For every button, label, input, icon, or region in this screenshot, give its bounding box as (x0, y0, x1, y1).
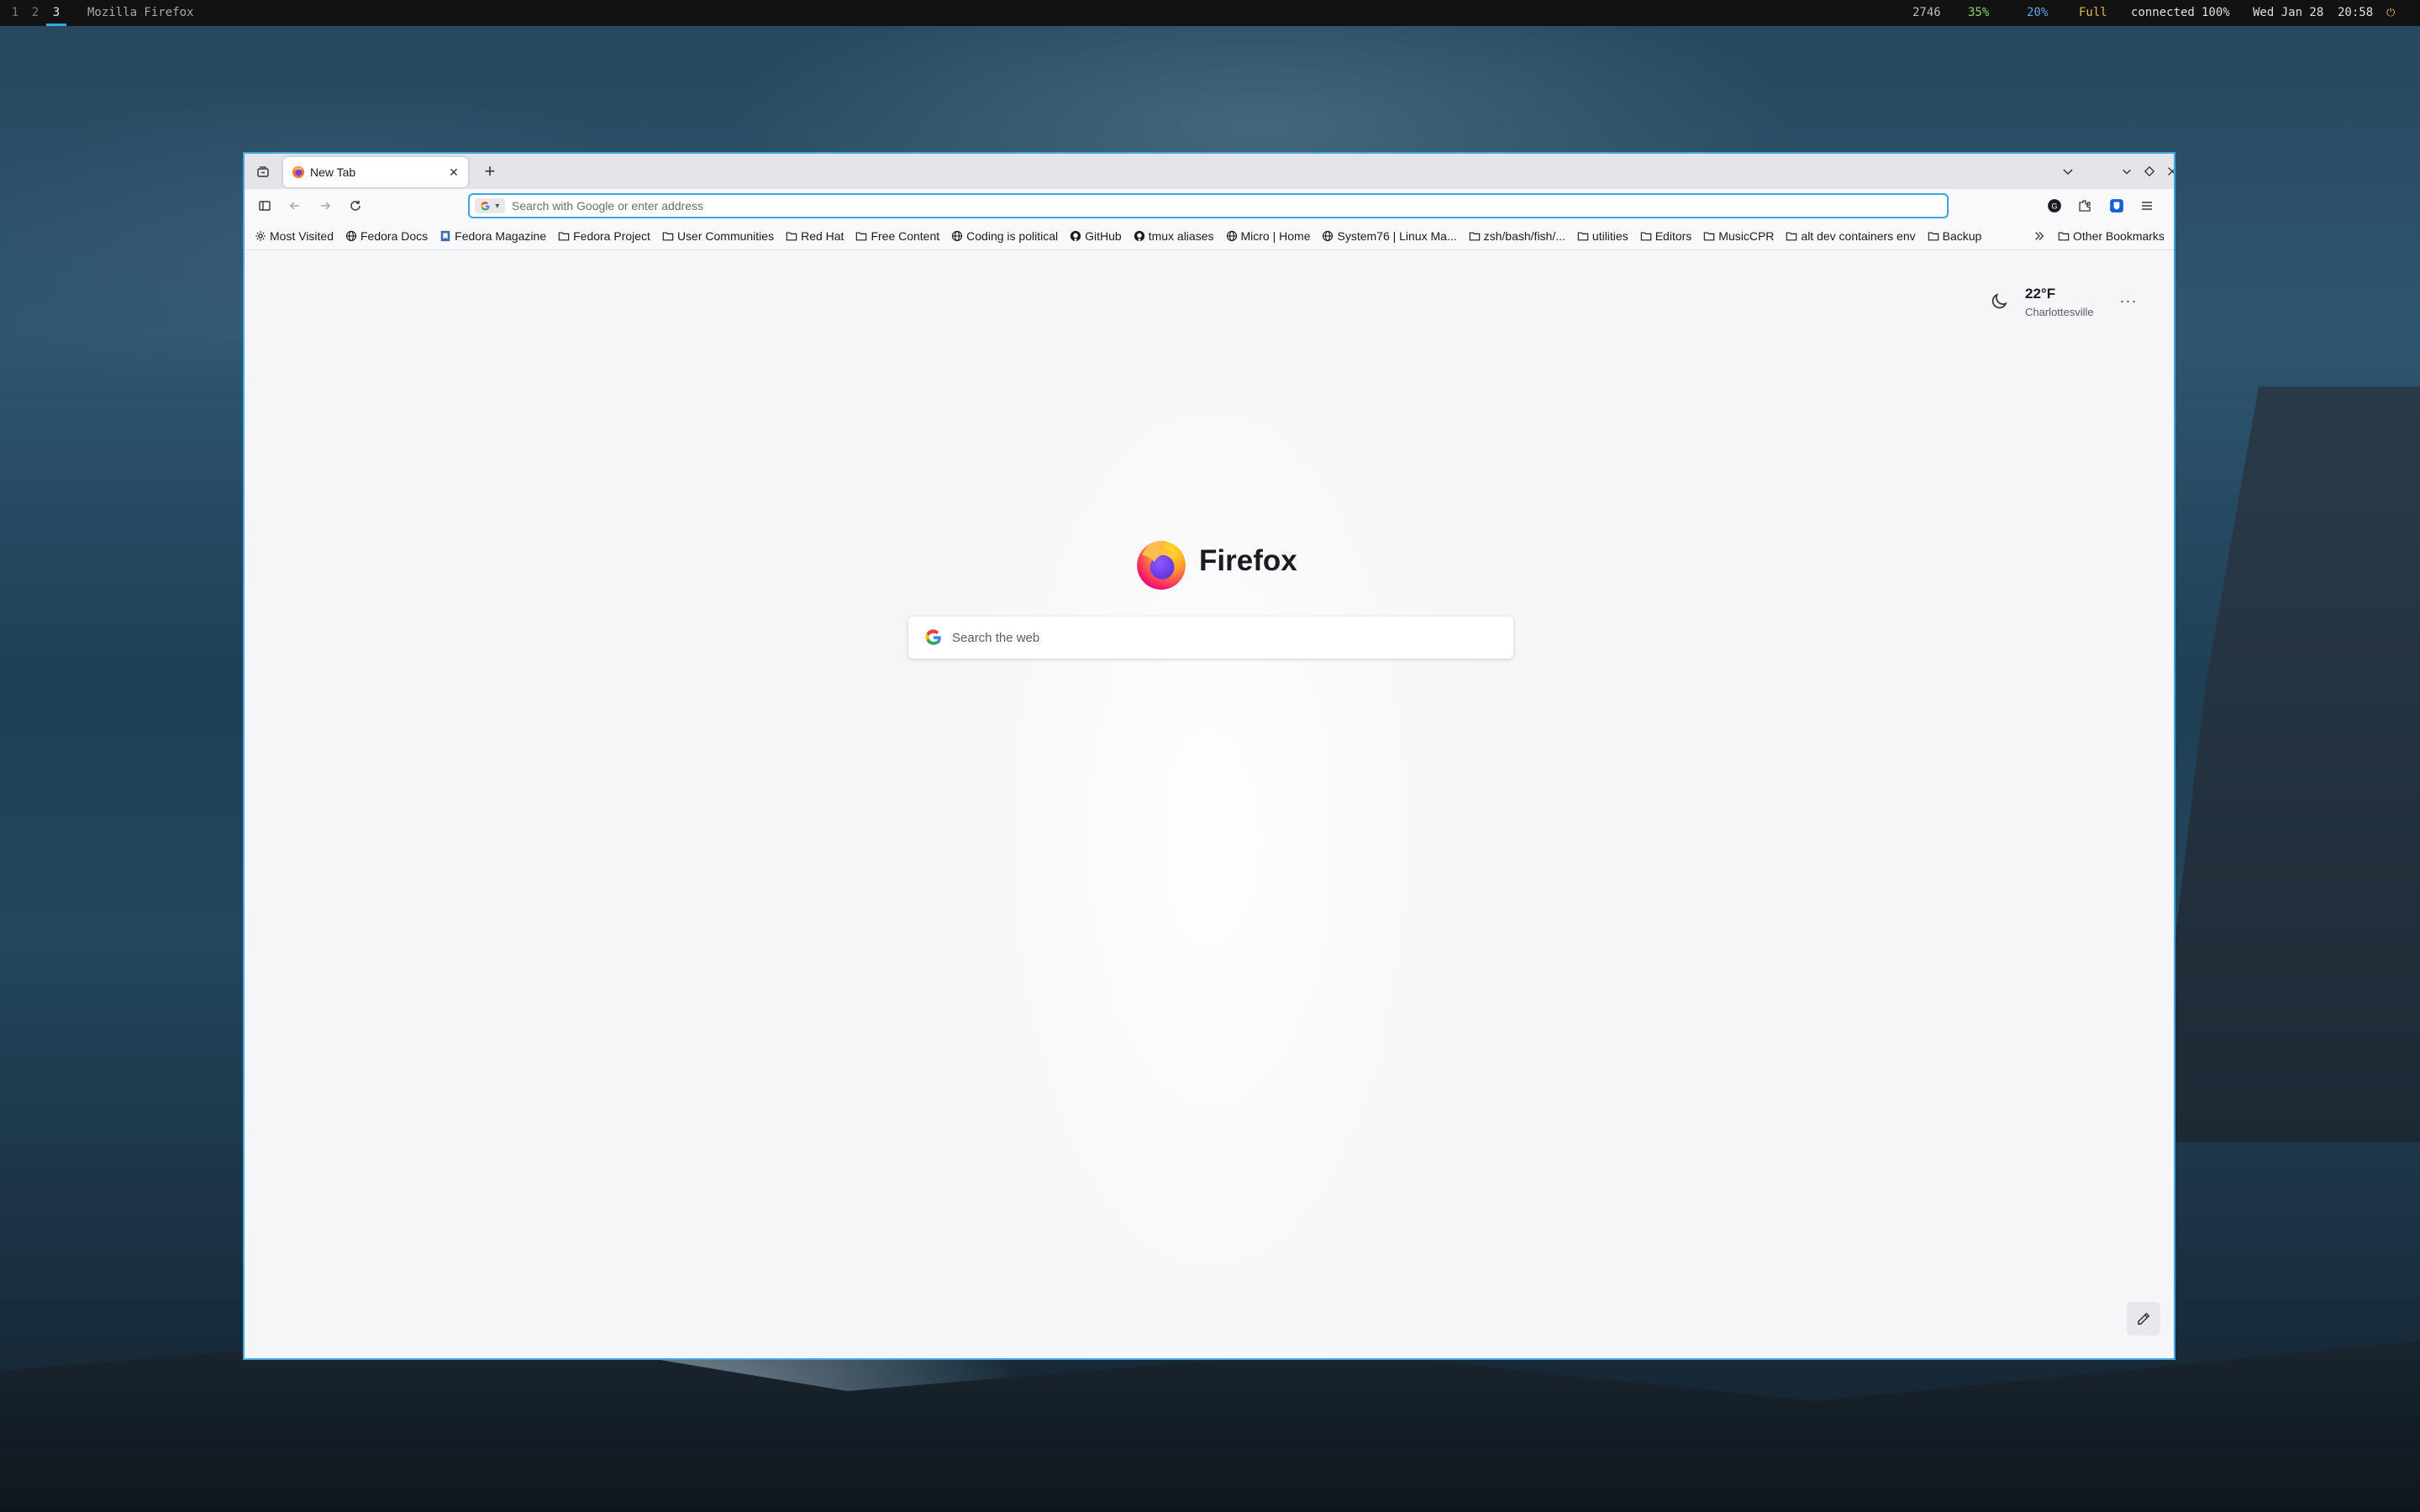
firefox-icon (292, 166, 304, 178)
folder-icon (1786, 232, 1797, 241)
hamburger-menu-icon[interactable] (2135, 194, 2159, 218)
customize-button[interactable] (2127, 1302, 2160, 1336)
chevron-down-icon[interactable] (2056, 160, 2080, 183)
chevron-down-icon: ▾ (495, 201, 500, 211)
workspace-2[interactable]: 2 (25, 0, 45, 26)
address-bar[interactable]: ▾ (468, 193, 1949, 218)
bookmark-user-communities[interactable]: User Communities (662, 229, 774, 243)
new-tab-page: 22°F Charlottesville ··· Firefox (245, 250, 2174, 1358)
bookmark-alt-dev-containers[interactable]: alt dev containers env (1786, 229, 1916, 243)
bookmark-free-content[interactable]: Free Content (855, 229, 939, 243)
globe-icon (952, 230, 963, 242)
minimize-icon[interactable] (2115, 160, 2139, 183)
extensions-icon[interactable] (2073, 194, 2096, 218)
memory-usage: 20% (2027, 6, 2049, 19)
forward-icon[interactable] (313, 194, 337, 218)
github-icon (1070, 230, 1081, 242)
account-icon[interactable]: G (2043, 194, 2066, 218)
battery-status: Full (2079, 6, 2107, 19)
clock: 20:58 (2338, 6, 2374, 19)
bookmark-most-visited[interactable]: Most Visited (255, 229, 334, 243)
back-icon[interactable] (283, 194, 307, 218)
weather-temperature: 22°F (2025, 286, 2056, 302)
maximize-icon[interactable] (2138, 160, 2161, 183)
workspace-3[interactable]: 3 (46, 0, 66, 26)
bookmark-red-hat[interactable]: Red Hat (786, 229, 844, 243)
bookmark-utilities[interactable]: utilities (1577, 229, 1628, 243)
folder-icon (2058, 232, 2070, 241)
folder-icon (1928, 232, 1939, 241)
network-status: connected (2131, 6, 2195, 19)
svg-text:G: G (2051, 202, 2057, 210)
search-input[interactable] (952, 617, 1498, 659)
cpu-usage: 35% (1968, 6, 1990, 19)
navigation-toolbar: ▾ G (245, 189, 2174, 223)
reload-icon[interactable] (344, 194, 367, 218)
firefox-logo-icon (1137, 540, 1186, 590)
google-icon (481, 201, 489, 210)
bitwarden-icon[interactable] (2105, 194, 2128, 218)
status-bar: 1 2 3 Mozilla Firefox 2746 35% 20% Full … (0, 0, 2420, 26)
tab-bar: New Tab ✕ + (245, 154, 2174, 189)
volume-level: 100% (2202, 6, 2230, 19)
date: Wed Jan 28 (2253, 6, 2324, 19)
power-icon[interactable]: ⏻ (2386, 0, 2395, 26)
focused-window-title: Mozilla Firefox (87, 6, 194, 19)
tab-title: New Tab (310, 165, 356, 179)
folder-icon (662, 232, 674, 241)
bookmark-fedora-project[interactable]: Fedora Project (558, 229, 650, 243)
folder-icon (786, 232, 797, 241)
url-input[interactable] (512, 195, 1932, 217)
bookmark-musiccpr[interactable]: MusicCPR (1703, 229, 1774, 243)
new-tab-button[interactable]: + (478, 160, 502, 183)
other-bookmarks[interactable]: Other Bookmarks (2058, 223, 2165, 249)
bookmark-tmux-aliases[interactable]: tmux aliases (1134, 229, 1214, 243)
more-options-icon[interactable]: ··· (2117, 291, 2140, 311)
folder-icon (558, 232, 570, 241)
folder-icon (1640, 232, 1651, 241)
close-icon[interactable]: ✕ (446, 165, 461, 180)
pencil-icon (2138, 1312, 2150, 1325)
folder-icon (856, 232, 867, 241)
updates-count: 2746 (1912, 6, 1941, 19)
gear-icon (255, 231, 266, 241)
sidebar-toggle-icon[interactable] (253, 194, 276, 218)
bookmark-coding-is-political[interactable]: Coding is political (951, 229, 1058, 243)
bookmark-github[interactable]: GitHub (1070, 229, 1122, 243)
weather-location: Charlottesville (2025, 306, 2094, 318)
bookmark-icon (440, 230, 450, 242)
workspace-1[interactable]: 1 (5, 0, 25, 26)
bookmark-fedora-docs[interactable]: Fedora Docs (345, 229, 428, 243)
bookmark-micro-home[interactable]: Micro | Home (1226, 229, 1310, 243)
search-engine-button[interactable]: ▾ (475, 198, 505, 213)
bookmark-zsh-bash-fish[interactable]: zsh/bash/fish/... (1469, 229, 1565, 243)
firefox-window: New Tab ✕ + ▾ Search with Google or ente… (243, 152, 2175, 1360)
github-icon (1134, 230, 1144, 242)
folder-icon (1577, 232, 1589, 241)
tab-new-tab[interactable]: New Tab ✕ (283, 157, 468, 187)
globe-icon (345, 230, 357, 242)
double-chevron-right-icon[interactable] (2031, 228, 2048, 244)
moon-icon (1991, 293, 2007, 309)
bookmarks-list: Most Visited Fedora Docs Fedora Magazine… (255, 223, 1981, 249)
bookmark-system76[interactable]: System76 | Linux Ma... (1322, 229, 1457, 243)
bookmark-fedora-magazine[interactable]: Fedora Magazine (439, 229, 546, 243)
search-box[interactable] (908, 617, 1513, 659)
wallpaper-cliff (2151, 386, 2420, 1142)
globe-icon (1226, 230, 1237, 242)
firefox-wordmark: Firefox (1199, 544, 1297, 577)
google-icon (925, 629, 941, 645)
bookmark-backup[interactable]: Backup (1928, 229, 1981, 243)
folder-icon (1704, 232, 1715, 241)
tab-overview-icon[interactable] (251, 160, 275, 183)
folder-icon (1469, 232, 1480, 241)
globe-icon (1323, 230, 1334, 242)
bookmarks-toolbar: Most Visited Fedora Docs Fedora Magazine… (245, 223, 2174, 250)
bookmark-editors[interactable]: Editors (1640, 229, 1691, 243)
close-window-icon[interactable] (2160, 160, 2174, 183)
